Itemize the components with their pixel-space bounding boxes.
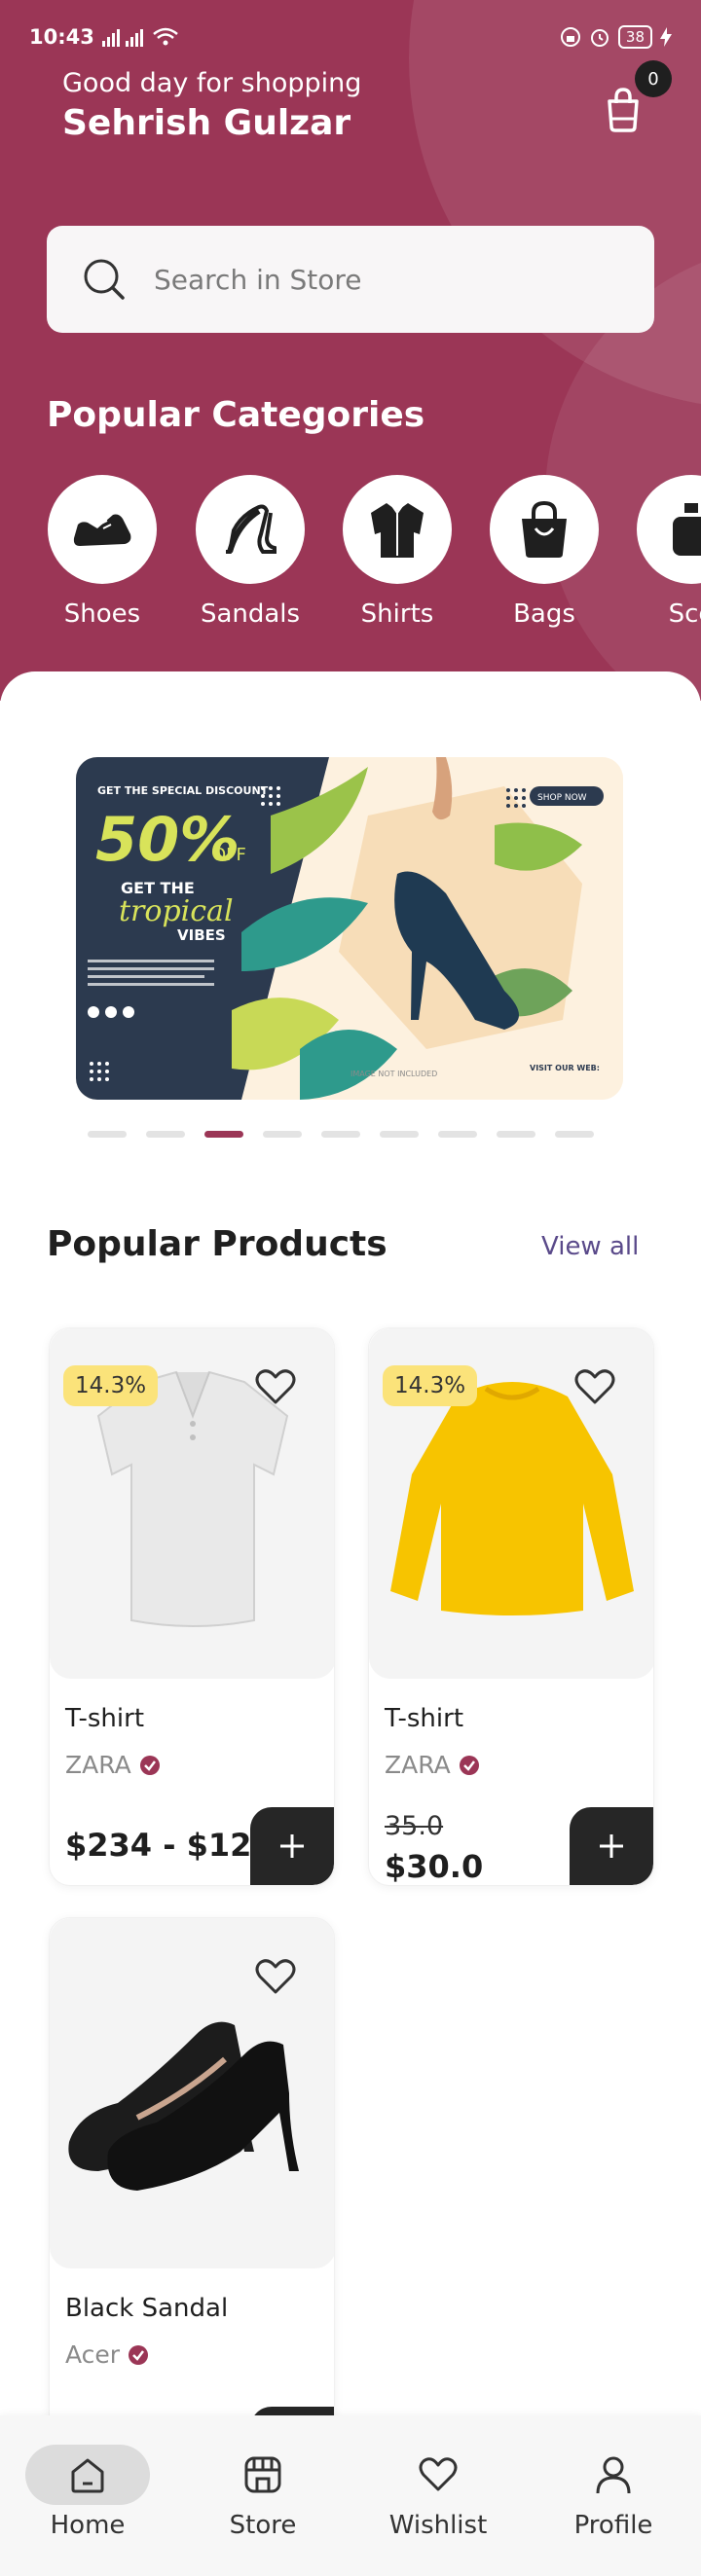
nav-label: Store: [229, 2511, 297, 2540]
search-input[interactable]: Search in Store: [154, 264, 362, 296]
brand-name: Acer: [65, 2340, 121, 2369]
heart-icon: [255, 1959, 296, 1994]
category-shirts[interactable]: Shirts: [324, 475, 470, 629]
bag-icon: [522, 500, 567, 558]
banner-top-text: GET THE SPECIAL DISCOUNT: [97, 784, 269, 797]
greeting-text: Good day for shopping: [62, 68, 362, 98]
category-shoes[interactable]: Shoes: [29, 475, 175, 629]
nav-profile[interactable]: Profile: [535, 2445, 691, 2540]
wishlist-button[interactable]: [572, 1363, 618, 1410]
page-dot[interactable]: [555, 1131, 594, 1138]
page-dot-active[interactable]: [204, 1131, 243, 1138]
header: 10:43 38 Good day for shopping Sehrish G…: [0, 0, 701, 701]
banner-visit: VISIT OUR WEB:: [530, 1064, 600, 1072]
nav-label: Home: [50, 2511, 126, 2540]
category-sandals[interactable]: Sandals: [177, 475, 323, 629]
heart-icon: [419, 2457, 458, 2491]
cart-count-badge: 0: [635, 60, 672, 97]
nav-label: Wishlist: [388, 2511, 488, 2540]
banner-line3: VIBES: [177, 926, 226, 944]
banner-off: OFF: [212, 845, 246, 865]
category-scents[interactable]: Sce: [618, 475, 701, 629]
category-label: Bags: [513, 599, 575, 629]
categories-list: Shoes Sandals Shirts Bags Sc: [48, 475, 701, 631]
category-bags[interactable]: Bags: [471, 475, 617, 629]
product-price: $234 - $123: [65, 1827, 274, 1864]
banner-shop-now[interactable]: SHOP NOW: [537, 793, 587, 803]
category-label: Sce: [668, 599, 701, 629]
verified-icon: [129, 2344, 149, 2365]
page-dot[interactable]: [146, 1131, 185, 1138]
alarm-icon: [589, 26, 610, 48]
nav-wishlist[interactable]: Wishlist: [360, 2445, 516, 2540]
product-card[interactable]: 14.3% T-shirt ZARA $234 - $123: [49, 1327, 335, 1886]
popular-products-title: Popular Products: [47, 1224, 387, 1264]
category-label: Sandals: [200, 599, 301, 629]
lock-rotation-icon: [560, 26, 581, 48]
brand-name: ZARA: [65, 1751, 131, 1779]
search-bar[interactable]: Search in Store: [47, 226, 654, 333]
product-card[interactable]: 14.3% T-shirt ZARA 35.0 $30.0: [368, 1327, 654, 1886]
status-bar: 10:43 38: [0, 0, 701, 74]
status-time: 10:43: [29, 25, 94, 49]
view-all-link[interactable]: View all: [541, 1232, 639, 1261]
heart-icon: [255, 1369, 296, 1404]
product-brand: ZARA: [65, 1751, 161, 1779]
product-brand: ZARA: [385, 1751, 480, 1779]
product-title: T-shirt: [65, 1704, 145, 1733]
banner-line2: tropical: [119, 894, 234, 928]
store-icon: [244, 2456, 281, 2493]
product-old-price: 35.0: [385, 1811, 444, 1841]
nav-store[interactable]: Store: [185, 2445, 341, 2540]
page-dot[interactable]: [380, 1131, 419, 1138]
page-dot[interactable]: [88, 1131, 127, 1138]
plus-icon: [280, 1834, 304, 1858]
charging-icon: [660, 27, 672, 47]
product-brand: Acer: [65, 2340, 149, 2369]
perfume-icon: [673, 503, 701, 556]
discount-badge: 14.3%: [63, 1365, 159, 1406]
signal-icon: [101, 27, 145, 47]
username: Sehrish Gulzar: [62, 103, 351, 143]
page-dot[interactable]: [263, 1131, 302, 1138]
wishlist-button[interactable]: [252, 1953, 299, 2000]
wishlist-button[interactable]: [252, 1363, 299, 1410]
home-icon: [71, 2458, 104, 2493]
product-title: T-shirt: [385, 1704, 464, 1733]
sneaker-icon: [73, 514, 131, 546]
page-dot[interactable]: [497, 1131, 535, 1138]
banner-note: IMAGE NOT INCLUDED: [350, 1070, 437, 1078]
heels-icon: [226, 504, 277, 554]
add-to-cart-button[interactable]: [250, 1807, 334, 1885]
promo-banner[interactable]: SHOP NOW GET THE SPECIAL DISCOUNT 50% OF…: [76, 757, 623, 1100]
battery-indicator: 38: [617, 25, 652, 49]
shirt-icon: [371, 502, 424, 558]
heart-icon: [574, 1369, 615, 1404]
wifi-icon: [153, 27, 178, 47]
bottom-navigation: Home Store Wishlist Profile: [0, 2415, 701, 2576]
page-dot[interactable]: [438, 1131, 477, 1138]
category-label: Shoes: [63, 599, 141, 629]
page-dot[interactable]: [321, 1131, 360, 1138]
banner-graphic: SHOP NOW GET THE SPECIAL DISCOUNT 50% OF…: [76, 757, 623, 1100]
discount-badge: 14.3%: [383, 1365, 478, 1406]
nav-label: Profile: [573, 2511, 653, 2540]
add-to-cart-button[interactable]: [570, 1807, 653, 1885]
verified-icon: [139, 1755, 160, 1775]
category-label: Shirts: [360, 599, 434, 629]
banner-pagination: [88, 1131, 613, 1139]
nav-home[interactable]: Home: [10, 2445, 166, 2540]
verified-icon: [459, 1755, 479, 1775]
categories-title: Popular Categories: [47, 395, 425, 435]
plus-icon: [600, 1834, 623, 1858]
product-price: $30.0: [385, 1848, 484, 1885]
search-icon: [84, 259, 125, 300]
brand-name: ZARA: [385, 1751, 451, 1779]
user-icon: [596, 2456, 631, 2494]
product-title: Black Sandal: [65, 2294, 229, 2323]
